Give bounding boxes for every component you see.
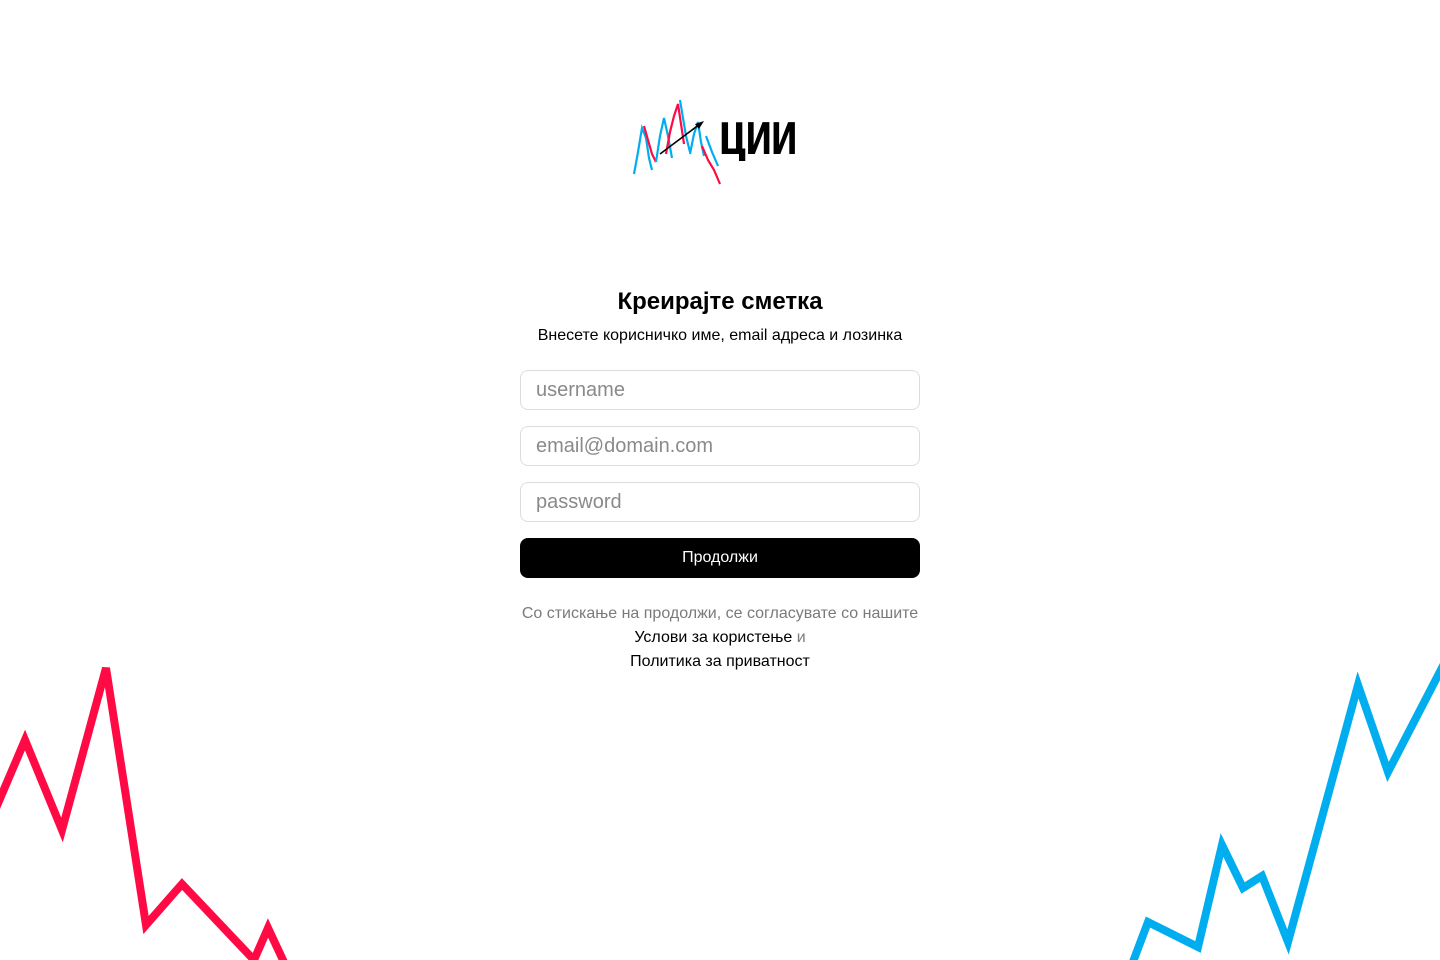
legal-prefix: Со стискање на продолжи, се согласувате … — [521, 605, 919, 622]
legal-conjunction: и — [796, 629, 806, 646]
rising-line-icon — [1129, 662, 1440, 960]
brand-logo: ЦИИ — [630, 96, 810, 192]
privacy-link[interactable]: Политика за приватност — [630, 653, 810, 670]
legal-notice: Со стискање на продолжи, се согласувате … — [520, 602, 920, 674]
username-input[interactable] — [520, 370, 920, 410]
signup-form: Креирајте сметка Внесете корисничко име,… — [520, 286, 920, 674]
page-subtitle: Внесете корисничко име, email адреса и л… — [537, 327, 903, 344]
brand-wordmark: ЦИИ — [720, 114, 797, 165]
signup-page: ЦИИ Креирајте сметка Внесете корисничко … — [0, 0, 1440, 960]
terms-link[interactable]: Услови за користење — [634, 629, 792, 646]
candlestick-chart-logo-icon — [632, 99, 722, 185]
page-title: Креирајте сметка — [617, 288, 823, 315]
continue-button[interactable]: Продолжи — [520, 538, 920, 578]
email-input[interactable] — [520, 426, 920, 466]
password-input[interactable] — [520, 482, 920, 522]
falling-line-icon — [0, 666, 288, 960]
